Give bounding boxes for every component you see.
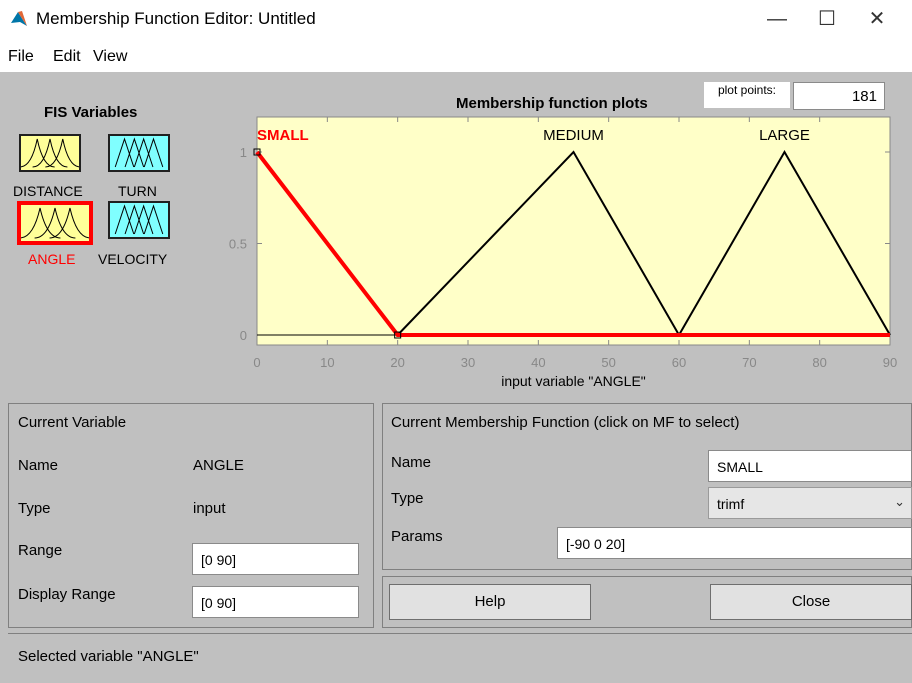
y-tick-label: 0.5 [229,237,247,252]
x-tick-label: 80 [812,355,826,370]
x-tick-label: 70 [742,355,756,370]
x-tick-label: 10 [320,355,334,370]
mf-label-small: SMALL [257,127,309,144]
angle-variable-icon[interactable] [17,201,93,245]
menu-file[interactable]: File [8,48,34,66]
mf-name-label: Name [391,454,432,471]
mf-params-label: Params [391,528,443,545]
status-text: Selected variable "ANGLE" [18,648,199,665]
angle-label: ANGLE [28,251,76,267]
x-tick-label: 40 [531,355,545,370]
menu-view[interactable]: View [93,48,127,66]
mf-type-select[interactable]: trimf ⌄ [708,487,912,519]
x-tick-label: 50 [601,355,615,370]
mf-params-input[interactable]: [-90 0 20] [557,527,912,559]
velocity-label: VELOCITY [98,251,168,267]
matlab-icon [11,11,27,26]
cv-name-label: Name [18,457,59,474]
minimize-button[interactable]: — [762,4,792,34]
current-variable-heading: Current Variable [18,414,127,431]
membership-function-plot[interactable]: 00.510 10 20 30 40 50 60 70 80 90input variable "… [200,110,912,392]
x-tick-label: 60 [672,355,686,370]
mf-label-large: LARGE [759,127,810,144]
range-input[interactable]: [0 90] [192,543,359,575]
close-button[interactable]: Close [710,584,912,620]
current-mf-heading: Current Membership Function (click on MF… [391,414,740,431]
chevron-down-icon: ⌄ [894,494,905,509]
cv-name-value: ANGLE [193,457,244,474]
display-range-input[interactable]: [0 90] [192,586,359,618]
help-button[interactable]: Help [389,584,591,620]
x-tick-label: 0 [253,355,260,370]
turn-variable-icon[interactable] [108,134,170,172]
maximize-button[interactable]: ☐ [812,4,842,34]
close-window-button[interactable]: ✕ [862,4,892,34]
cv-type-value: input [193,500,226,517]
menu-edit[interactable]: Edit [53,48,81,66]
y-tick-label: 1 [240,145,247,160]
velocity-variable-icon[interactable] [108,201,170,239]
mf-type-value: trimf [717,496,745,512]
plot-points-input[interactable]: 181 [793,82,885,110]
status-bar: Selected variable "ANGLE" [8,633,912,683]
x-tick-label: 20 [390,355,404,370]
mf-name-input[interactable]: SMALL [708,450,912,482]
mf-type-label: Type [391,490,424,507]
distance-label: DISTANCE [13,183,83,199]
distance-variable-icon[interactable] [19,134,81,172]
fis-variables-title: FIS Variables [44,104,138,121]
x-axis-label: input variable "ANGLE" [501,373,646,389]
cv-display-range-label: Display Range [18,586,116,603]
cv-range-label: Range [18,542,63,559]
cv-type-label: Type [18,500,51,517]
x-tick-label: 30 [461,355,475,370]
mf-label-medium: MEDIUM [543,127,604,144]
plot-points-label: plot points: [704,82,790,108]
x-tick-label: 90 [883,355,897,370]
turn-label: TURN [118,183,157,199]
menu-bar: File Edit View [0,38,912,72]
y-tick-label: 0 [240,328,247,343]
title-bar: Membership Function Editor: Untitled — ☐… [0,0,912,38]
window-title: Membership Function Editor: Untitled [36,9,316,28]
